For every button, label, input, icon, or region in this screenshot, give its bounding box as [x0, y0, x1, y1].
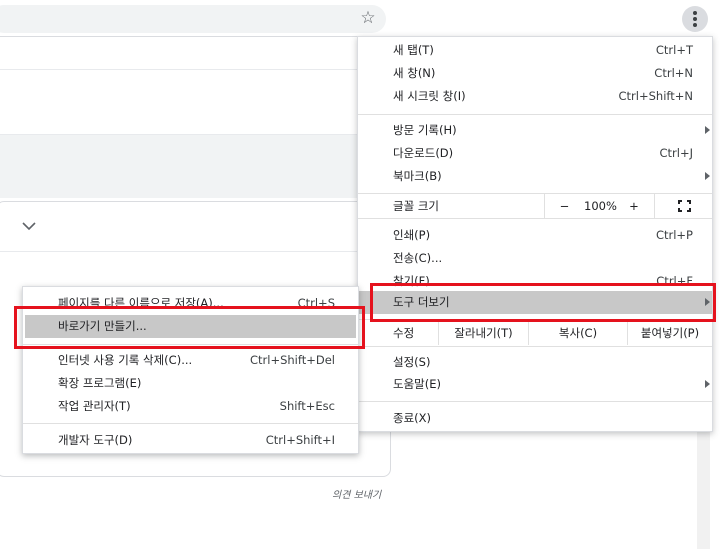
menu-separator [358, 114, 712, 115]
chevron-right-icon [705, 126, 710, 134]
card-divider [0, 251, 359, 252]
fullscreen-button[interactable] [654, 194, 712, 218]
menu-item-shortcut: Ctrl+J [659, 146, 694, 160]
menu-item-history[interactable]: 방문 기록(H) [358, 119, 712, 142]
menu-separator [358, 401, 712, 402]
submenu-item-task-manager[interactable]: 작업 관리자(T) Shift+Esc [23, 395, 358, 418]
menu-item-label: 다운로드(D) [393, 146, 454, 160]
copy-button[interactable]: 복사(C) [528, 321, 627, 345]
menu-item-label: 인쇄(P) [393, 228, 431, 242]
menu-item-help[interactable]: 도움말(E) [358, 373, 712, 396]
menu-item-shortcut: Shift+Esc [279, 399, 335, 413]
menu-item-label: 새 창(N) [393, 66, 436, 80]
menu-item-label: 개발자 도구(D) [58, 433, 133, 447]
menu-item-settings[interactable]: 설정(S) [358, 351, 712, 374]
menu-item-label: 새 탭(T) [393, 43, 434, 57]
menu-item-bookmarks[interactable]: 북마크(B) [358, 165, 712, 188]
menu-item-new-window[interactable]: 새 창(N) Ctrl+N [358, 62, 712, 85]
chevron-down-icon[interactable] [17, 214, 41, 238]
menu-item-shortcut: Ctrl+Shift+N [618, 89, 693, 103]
zoom-out-button[interactable]: − [544, 194, 584, 218]
more-vertical-icon[interactable] [682, 6, 708, 32]
paste-button[interactable]: 붙여넣기(P) [627, 321, 712, 345]
menu-item-shortcut: Ctrl+Shift+I [265, 433, 335, 447]
page-section [0, 134, 358, 198]
chevron-right-icon [705, 172, 710, 180]
menu-item-label: 전송(C)... [393, 251, 443, 265]
menu-item-label: 설정(S) [393, 355, 431, 369]
toolbar-divider [0, 36, 358, 37]
menu-item-shortcut: Ctrl+N [654, 66, 693, 80]
address-bar[interactable] [0, 5, 386, 33]
chevron-right-icon [705, 380, 710, 388]
fullscreen-icon [678, 200, 691, 212]
menu-item-label: 방문 기록(H) [393, 123, 457, 137]
zoom-level: 100% [584, 199, 617, 213]
menu-item-shortcut: Ctrl+T [655, 43, 693, 57]
menu-separator [358, 218, 712, 219]
zoom-in-button[interactable]: + [614, 194, 654, 218]
menu-item-label: 인터넷 사용 기록 삭제(C)... [58, 353, 193, 367]
menu-item-new-tab[interactable]: 새 탭(T) Ctrl+T [358, 39, 712, 62]
menu-item-label: 확장 프로그램(E) [58, 376, 142, 390]
cut-button[interactable]: 잘라내기(T) [438, 321, 528, 345]
menu-item-new-incognito-window[interactable]: 새 시크릿 창(I) Ctrl+Shift+N [358, 85, 712, 108]
menu-item-downloads[interactable]: 다운로드(D) Ctrl+J [358, 142, 712, 165]
menu-item-cast[interactable]: 전송(C)... [358, 247, 712, 270]
menu-item-exit[interactable]: 종료(X) [358, 407, 712, 430]
menu-item-shortcut: Ctrl+Shift+Del [250, 353, 335, 367]
feedback-link[interactable]: 의견 보내기 [332, 486, 381, 501]
menu-item-label: 종료(X) [393, 411, 432, 425]
browser-toolbar: ☆ [0, 0, 720, 36]
menu-separator [23, 423, 358, 424]
submenu-item-developer-tools[interactable]: 개발자 도구(D) Ctrl+Shift+I [23, 429, 358, 452]
star-icon[interactable]: ☆ [358, 8, 378, 28]
submenu-item-clear-browsing-data[interactable]: 인터넷 사용 기록 삭제(C)... Ctrl+Shift+Del [23, 349, 358, 372]
menu-item-label: 북마크(B) [393, 169, 442, 183]
page-divider [0, 69, 358, 70]
annotation-box-create-shortcut [14, 306, 365, 349]
menu-item-label: 도움말(E) [393, 377, 441, 391]
menu-item-print[interactable]: 인쇄(P) Ctrl+P [358, 224, 712, 247]
menu-item-label: 새 시크릿 창(I) [393, 89, 466, 103]
menu-zoom-row: 글꼴 크기 − 100% + [358, 194, 712, 218]
annotation-box-more-tools [370, 283, 716, 322]
zoom-label: 글꼴 크기 [393, 199, 439, 213]
menu-item-shortcut: Ctrl+P [655, 228, 693, 242]
chrome-main-menu: 새 탭(T) Ctrl+T 새 창(N) Ctrl+N 새 시크릿 창(I) C… [357, 36, 713, 432]
menu-separator [358, 346, 712, 347]
submenu-item-extensions[interactable]: 확장 프로그램(E) [23, 372, 358, 395]
menu-edit-row: 수정 잘라내기(T) 복사(C) 붙여넣기(P) [358, 321, 712, 345]
menu-item-label: 작업 관리자(T) [58, 399, 131, 413]
edit-label: 수정 [393, 326, 415, 340]
